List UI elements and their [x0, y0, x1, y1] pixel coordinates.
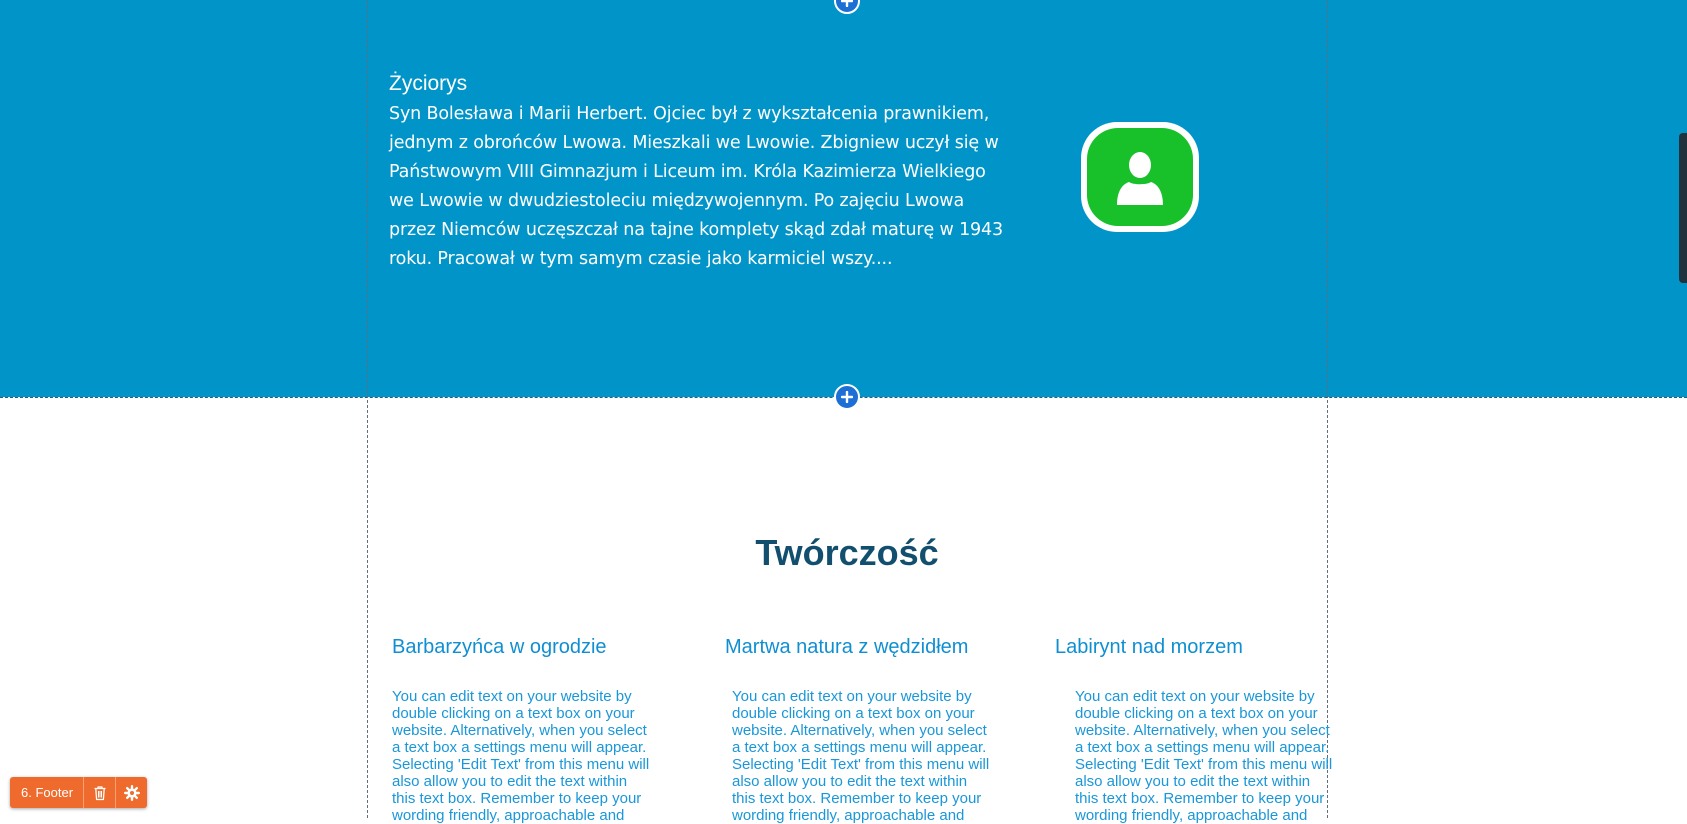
section-guide-left	[367, 0, 368, 818]
gear-icon	[123, 784, 140, 801]
user-icon	[1117, 152, 1163, 205]
trash-icon	[94, 785, 106, 800]
delete-section-button[interactable]	[84, 777, 117, 808]
scrollbar-thumb[interactable]	[1679, 133, 1687, 283]
work-text-2[interactable]: You can edit text on your website by dou…	[732, 688, 994, 824]
add-section-button[interactable]	[834, 384, 860, 410]
settings-button[interactable]	[116, 777, 147, 808]
works-title[interactable]: Twórczość	[368, 532, 1326, 574]
avatar[interactable]	[1081, 122, 1199, 232]
section-label-button[interactable]: 6. Footer	[10, 777, 85, 808]
work-text-3[interactable]: You can edit text on your website by dou…	[1075, 688, 1337, 824]
work-title-1[interactable]: Barbarzyńca w ogrodzie	[392, 636, 607, 659]
biography-text[interactable]: Syn Bolesława i Marii Herbert. Ojciec by…	[389, 100, 1004, 274]
biography-title[interactable]: Życiorys	[389, 72, 467, 96]
plus-icon	[841, 0, 853, 7]
section-toolbar: 6. Footer	[10, 777, 148, 808]
work-text-1[interactable]: You can edit text on your website by dou…	[392, 688, 654, 824]
plus-icon	[841, 391, 853, 403]
avatar-circle	[1087, 128, 1193, 226]
work-title-2[interactable]: Martwa natura z wędzidłem	[725, 636, 968, 659]
work-title-3[interactable]: Labirynt nad morzem	[1055, 636, 1243, 659]
biography-section: Życiorys Syn Bolesława i Marii Herbert. …	[0, 0, 1687, 398]
